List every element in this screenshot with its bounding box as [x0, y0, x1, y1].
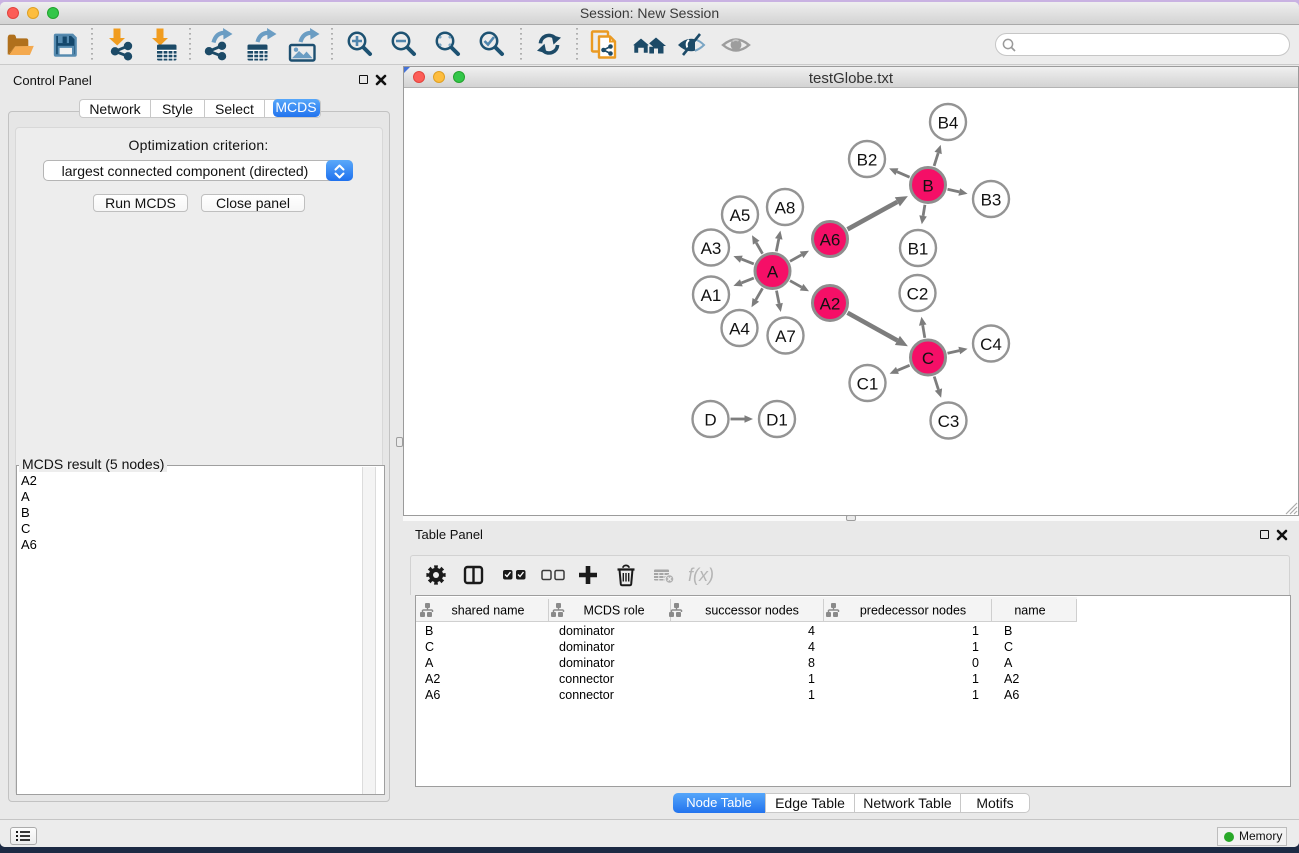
svg-text:A6: A6	[820, 230, 841, 249]
svg-text:4: 4	[808, 624, 815, 638]
svg-text:B: B	[425, 624, 433, 638]
svg-text:A2: A2	[820, 294, 841, 313]
svg-text:8: 8	[808, 656, 815, 670]
svg-text:MCDS role: MCDS role	[583, 603, 644, 617]
svg-text:A3: A3	[701, 239, 722, 258]
svg-text:dominator: dominator	[559, 624, 615, 638]
svg-text:successor nodes: successor nodes	[705, 603, 799, 617]
svg-text:A2: A2	[425, 672, 440, 686]
svg-text:B4: B4	[938, 113, 959, 132]
svg-text:1: 1	[808, 672, 815, 686]
svg-text:B: B	[1004, 624, 1012, 638]
svg-text:A1: A1	[701, 286, 722, 305]
svg-text:C1: C1	[857, 374, 879, 393]
svg-text:A: A	[767, 262, 779, 281]
svg-text:1: 1	[808, 688, 815, 702]
svg-text:A5: A5	[730, 206, 751, 225]
svg-text:A7: A7	[775, 327, 796, 346]
svg-text:C: C	[1004, 640, 1013, 654]
svg-text:A2: A2	[1004, 672, 1019, 686]
svg-text:name: name	[1014, 603, 1045, 617]
svg-text:B3: B3	[981, 190, 1002, 209]
svg-text:predecessor nodes: predecessor nodes	[860, 603, 966, 617]
svg-text:D1: D1	[766, 410, 788, 429]
svg-text:1: 1	[972, 672, 979, 686]
svg-text:1: 1	[972, 688, 979, 702]
svg-text:C2: C2	[907, 284, 929, 303]
svg-text:A: A	[1004, 656, 1013, 670]
svg-text:connector: connector	[559, 672, 614, 686]
svg-text:B2: B2	[857, 150, 878, 169]
svg-text:f(x): f(x)	[688, 565, 714, 585]
svg-text:A: A	[425, 656, 434, 670]
svg-text:B1: B1	[908, 239, 929, 258]
svg-text:C3: C3	[938, 412, 960, 431]
svg-text:A6: A6	[1004, 688, 1019, 702]
svg-text:connector: connector	[559, 688, 614, 702]
svg-text:0: 0	[972, 656, 979, 670]
svg-text:dominator: dominator	[559, 656, 615, 670]
svg-text:1: 1	[972, 624, 979, 638]
svg-text:dominator: dominator	[559, 640, 615, 654]
svg-text:A4: A4	[729, 319, 750, 338]
svg-text:A6: A6	[425, 688, 440, 702]
svg-text:A8: A8	[775, 198, 796, 217]
svg-text:C4: C4	[980, 335, 1002, 354]
svg-text:C: C	[425, 640, 434, 654]
svg-text:1: 1	[972, 640, 979, 654]
svg-text:D: D	[704, 410, 716, 429]
svg-text:B: B	[922, 176, 933, 195]
svg-text:4: 4	[808, 640, 815, 654]
svg-text:C: C	[922, 349, 934, 368]
svg-text:shared name: shared name	[452, 603, 525, 617]
